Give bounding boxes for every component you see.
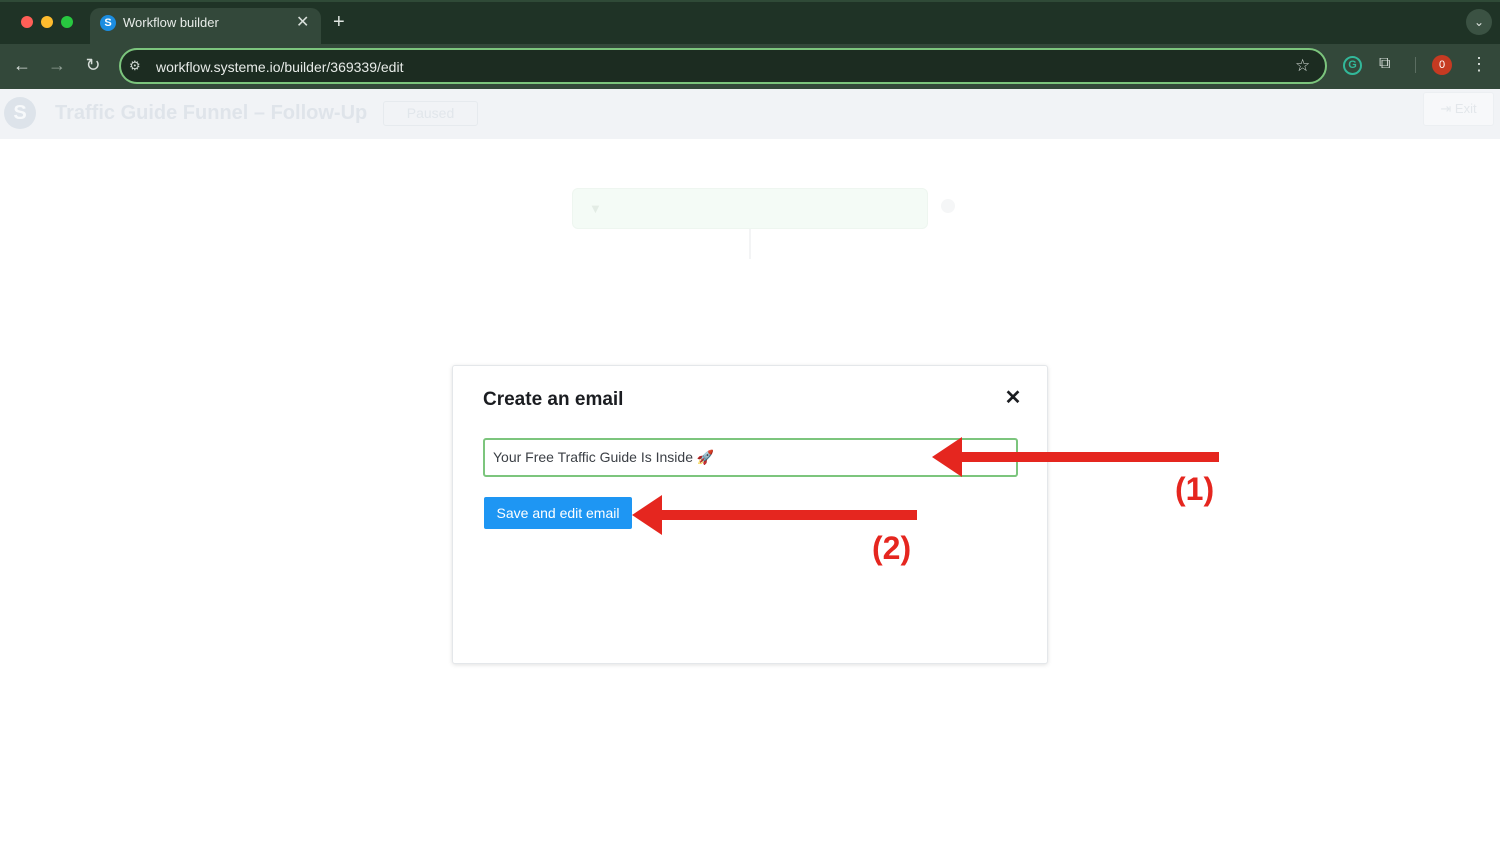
annotation-label-1: (1) bbox=[1175, 471, 1215, 507]
create-email-modal: Create an email ✕ Save and edit email bbox=[452, 365, 1048, 664]
window-close-button[interactable] bbox=[21, 16, 33, 28]
browser-tab-workflow-builder[interactable]: S Workflow builder ✕ bbox=[90, 8, 321, 44]
new-tab-button[interactable]: + bbox=[333, 10, 345, 34]
modal-title: Create an email bbox=[483, 389, 624, 410]
address-bar[interactable]: ⚙ workflow.systeme.io/builder/369339/edi… bbox=[119, 48, 1327, 84]
tab-search-chevron-icon[interactable]: ⌄ bbox=[1466, 9, 1492, 35]
toolbar-separator bbox=[1415, 57, 1416, 73]
address-url[interactable]: workflow.systeme.io/builder/369339/edit bbox=[156, 58, 403, 76]
tab-bar-top-line bbox=[0, 0, 1500, 2]
workflow-connector-line bbox=[749, 229, 751, 259]
exit-door-icon: ⇥ bbox=[1440, 101, 1455, 116]
profile-avatar[interactable]: 0 bbox=[1432, 55, 1452, 75]
modal-close-icon[interactable]: ✕ bbox=[1003, 386, 1023, 410]
browser-toolbar: ← → ↻ ⚙ workflow.systeme.io/builder/3693… bbox=[0, 44, 1500, 89]
tab-close-icon[interactable]: ✕ bbox=[296, 13, 309, 33]
workflow-trigger-node: ▼ bbox=[572, 188, 928, 229]
extensions-puzzle-icon[interactable]: ⧉ bbox=[1379, 54, 1390, 74]
forward-arrow-icon[interactable]: → bbox=[45, 53, 69, 77]
trigger-node-icon: ▼ bbox=[589, 201, 602, 216]
window-zoom-button[interactable] bbox=[61, 16, 73, 28]
systeme-logo-icon: S bbox=[4, 97, 36, 129]
annotation-label-2: (2) bbox=[872, 530, 912, 566]
app-header: S Traffic Guide Funnel – Follow-Up Pause… bbox=[0, 89, 1500, 139]
exit-label: Exit bbox=[1454, 101, 1477, 116]
systeme-favicon-icon: S bbox=[100, 15, 116, 31]
back-arrow-icon[interactable]: ← bbox=[10, 53, 34, 77]
bookmark-star-icon[interactable]: ☆ bbox=[1295, 56, 1310, 76]
reload-icon[interactable]: ↻ bbox=[81, 53, 105, 77]
workflow-status-badge: Paused bbox=[383, 101, 478, 126]
grammarly-extension-icon[interactable]: G bbox=[1343, 56, 1362, 75]
workflow-title: Traffic Guide Funnel – Follow-Up bbox=[55, 102, 368, 124]
browser-menu-kebab-icon[interactable]: ⋮ bbox=[1470, 54, 1488, 74]
email-subject-input[interactable] bbox=[483, 438, 1018, 477]
browser-tab-bar: S Workflow builder ✕ + ⌄ bbox=[0, 0, 1500, 44]
trigger-node-menu-icon bbox=[941, 199, 955, 213]
tab-title: Workflow builder bbox=[123, 15, 219, 30]
exit-button[interactable]: ⇥ Exit bbox=[1423, 92, 1494, 126]
save-and-edit-email-button[interactable]: Save and edit email bbox=[484, 497, 632, 529]
window-minimize-button[interactable] bbox=[41, 16, 53, 28]
site-settings-icon[interactable]: ⚙ bbox=[129, 57, 141, 75]
